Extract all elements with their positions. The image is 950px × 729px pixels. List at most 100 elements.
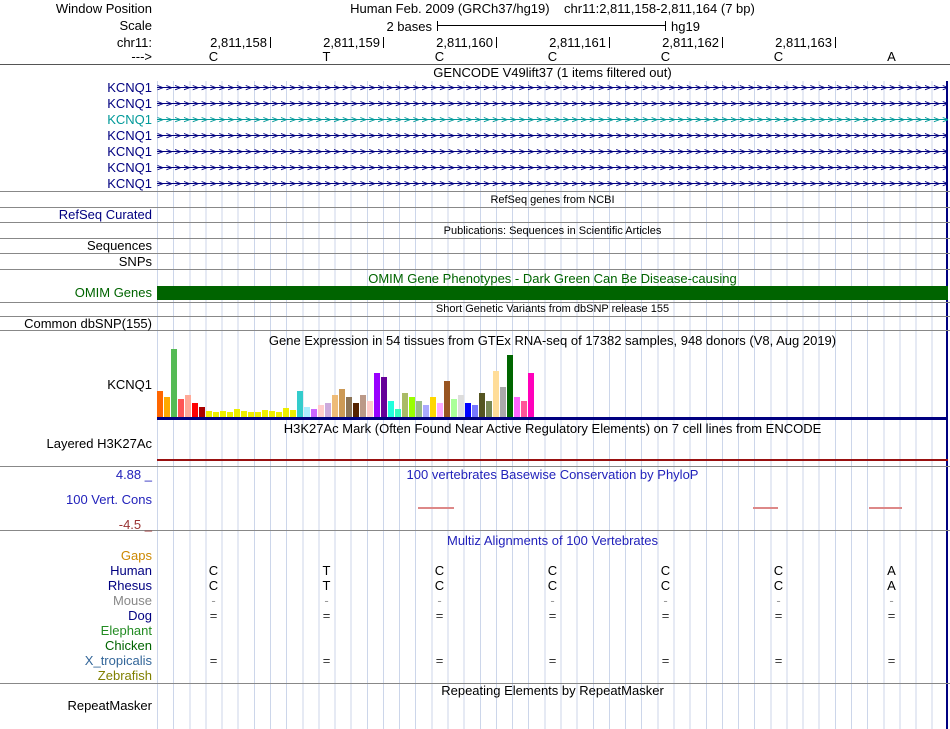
publications-title: Publications: Sequences in Scientific Ar… bbox=[443, 225, 662, 237]
gtex-expression-bar[interactable] bbox=[283, 408, 289, 417]
gtex-expression-bar[interactable] bbox=[192, 403, 198, 417]
gtex-expression-bar[interactable] bbox=[528, 373, 534, 417]
alignment-base: A bbox=[887, 563, 896, 578]
gtex-expression-bar[interactable] bbox=[472, 405, 478, 417]
common-dbsnp-track-label[interactable]: Common dbSNP(155) bbox=[0, 317, 152, 331]
gene-track-row[interactable]: >>>>>>>>>>>>>>>>>>>>>>>>>>>>>>>>>>>>>>>>… bbox=[157, 113, 948, 126]
gtex-expression-bar[interactable] bbox=[339, 389, 345, 417]
gtex-expression-bar[interactable] bbox=[521, 401, 527, 417]
gene-track-label[interactable]: KCNQ1 bbox=[0, 177, 152, 191]
alignment-base: A bbox=[887, 578, 896, 593]
gtex-expression-bar[interactable] bbox=[479, 393, 485, 417]
ruler-tick-label: 2,811,158 bbox=[210, 35, 267, 50]
gtex-expression-bar[interactable] bbox=[234, 409, 240, 417]
species-label[interactable]: Gaps bbox=[0, 549, 152, 563]
gtex-expression-bar[interactable] bbox=[500, 387, 506, 417]
gtex-expression-bar[interactable] bbox=[402, 393, 408, 417]
gtex-expression-bar[interactable] bbox=[395, 409, 401, 417]
gtex-expression-bar[interactable] bbox=[514, 397, 520, 417]
species-label[interactable]: X_tropicalis bbox=[0, 654, 152, 668]
gtex-expression-bar[interactable] bbox=[325, 403, 331, 417]
gtex-gene-label[interactable]: KCNQ1 bbox=[0, 378, 152, 392]
gtex-expression-bar[interactable] bbox=[164, 397, 170, 417]
chrom-label: chr11: bbox=[116, 35, 152, 50]
gtex-expression-bar[interactable] bbox=[388, 401, 394, 417]
gtex-expression-bar[interactable] bbox=[199, 407, 205, 417]
gtex-expression-bar[interactable] bbox=[311, 409, 317, 417]
gene-track-row[interactable]: >>>>>>>>>>>>>>>>>>>>>>>>>>>>>>>>>>>>>>>>… bbox=[157, 129, 948, 142]
gtex-expression-bar[interactable] bbox=[465, 403, 471, 417]
gtex-expression-bar[interactable] bbox=[493, 371, 499, 417]
species-label[interactable]: Mouse bbox=[0, 594, 152, 608]
gtex-expression-bar[interactable] bbox=[290, 410, 296, 417]
refseq-curated-track-label[interactable]: RefSeq Curated bbox=[0, 208, 152, 222]
omim-track-label[interactable]: OMIM Genes bbox=[0, 286, 152, 300]
gene-track-label[interactable]: KCNQ1 bbox=[0, 113, 152, 127]
gtex-expression-bar[interactable] bbox=[486, 401, 492, 417]
alignment-base: C bbox=[660, 578, 671, 593]
gtex-expression-bar[interactable] bbox=[332, 395, 338, 417]
gene-track-label[interactable]: KCNQ1 bbox=[0, 129, 152, 143]
gtex-expression-bar[interactable] bbox=[171, 349, 177, 417]
gtex-expression-bar[interactable] bbox=[507, 355, 513, 417]
gene-track-label[interactable]: KCNQ1 bbox=[0, 161, 152, 175]
gtex-expression-bar[interactable] bbox=[297, 391, 303, 417]
gene-track-label[interactable]: KCNQ1 bbox=[0, 97, 152, 111]
gtex-expression-bar[interactable] bbox=[437, 403, 443, 417]
species-label[interactable]: Dog bbox=[0, 609, 152, 623]
alignment-base: C bbox=[434, 563, 445, 578]
gtex-expression-bar[interactable] bbox=[458, 395, 464, 417]
alignment-base: C bbox=[547, 578, 558, 593]
strand-label: ---> bbox=[131, 49, 152, 64]
alignment-base: = bbox=[209, 653, 218, 668]
gtex-expression-bar[interactable] bbox=[416, 401, 422, 417]
alignment-base: - bbox=[776, 593, 781, 608]
gtex-expression-bar[interactable] bbox=[304, 407, 310, 417]
gtex-expression-bar[interactable] bbox=[367, 401, 373, 417]
alignment-base: = bbox=[774, 653, 783, 668]
gtex-expression-bar[interactable] bbox=[185, 395, 191, 417]
gene-track-label[interactable]: KCNQ1 bbox=[0, 81, 152, 95]
gtex-expression-bar[interactable] bbox=[157, 391, 163, 417]
species-label[interactable]: Zebrafish bbox=[0, 669, 152, 683]
alignment-base: C bbox=[208, 578, 219, 593]
dbsnp-title: Short Genetic Variants from dbSNP releas… bbox=[435, 303, 670, 315]
gtex-expression-bar[interactable] bbox=[423, 405, 429, 417]
gtex-expression-bar[interactable] bbox=[262, 410, 268, 417]
gtex-expression-bar[interactable] bbox=[360, 395, 366, 417]
gtex-expression-bar[interactable] bbox=[178, 399, 184, 417]
gtex-expression-bar[interactable] bbox=[374, 373, 380, 417]
gtex-expression-bar[interactable] bbox=[381, 377, 387, 417]
ruler-tick-mark bbox=[496, 37, 497, 48]
gene-track-row[interactable]: >>>>>>>>>>>>>>>>>>>>>>>>>>>>>>>>>>>>>>>>… bbox=[157, 145, 948, 158]
track-divider bbox=[0, 222, 950, 223]
gene-track-row[interactable]: >>>>>>>>>>>>>>>>>>>>>>>>>>>>>>>>>>>>>>>>… bbox=[157, 97, 948, 110]
species-label[interactable]: Chicken bbox=[0, 639, 152, 653]
species-label[interactable]: Rhesus bbox=[0, 579, 152, 593]
h3k27ac-track-label[interactable]: Layered H3K27Ac bbox=[0, 437, 152, 451]
alignment-base: T bbox=[322, 563, 331, 578]
gene-track-row[interactable]: >>>>>>>>>>>>>>>>>>>>>>>>>>>>>>>>>>>>>>>>… bbox=[157, 81, 948, 94]
gtex-expression-bar[interactable] bbox=[444, 381, 450, 417]
gtex-expression-bar[interactable] bbox=[353, 403, 359, 417]
gtex-expression-bar[interactable] bbox=[318, 405, 324, 417]
gtex-expression-bar[interactable] bbox=[409, 397, 415, 417]
gene-track-label[interactable]: KCNQ1 bbox=[0, 145, 152, 159]
reference-base: A bbox=[887, 49, 896, 64]
repeatmasker-track-label[interactable]: RepeatMasker bbox=[0, 699, 152, 713]
phylop-track-label[interactable]: 100 Vert. Cons bbox=[0, 493, 152, 507]
species-label[interactable]: Human bbox=[0, 564, 152, 578]
gtex-expression-bar[interactable] bbox=[346, 397, 352, 417]
gtex-expression-bar[interactable] bbox=[451, 399, 457, 417]
omim-gene-feature-bar[interactable] bbox=[157, 286, 948, 300]
gene-track-row[interactable]: >>>>>>>>>>>>>>>>>>>>>>>>>>>>>>>>>>>>>>>>… bbox=[157, 161, 948, 174]
snps-track-label[interactable]: SNPs bbox=[0, 255, 152, 269]
reference-base: C bbox=[773, 49, 784, 64]
scale-value: 2 bases bbox=[386, 19, 432, 34]
sequences-track-label[interactable]: Sequences bbox=[0, 239, 152, 253]
species-label[interactable]: Elephant bbox=[0, 624, 152, 638]
gtex-expression-bar[interactable] bbox=[430, 397, 436, 417]
alignment-base: C bbox=[660, 563, 671, 578]
phylop-signal-mark bbox=[753, 507, 778, 509]
gene-track-row[interactable]: >>>>>>>>>>>>>>>>>>>>>>>>>>>>>>>>>>>>>>>>… bbox=[157, 177, 948, 190]
